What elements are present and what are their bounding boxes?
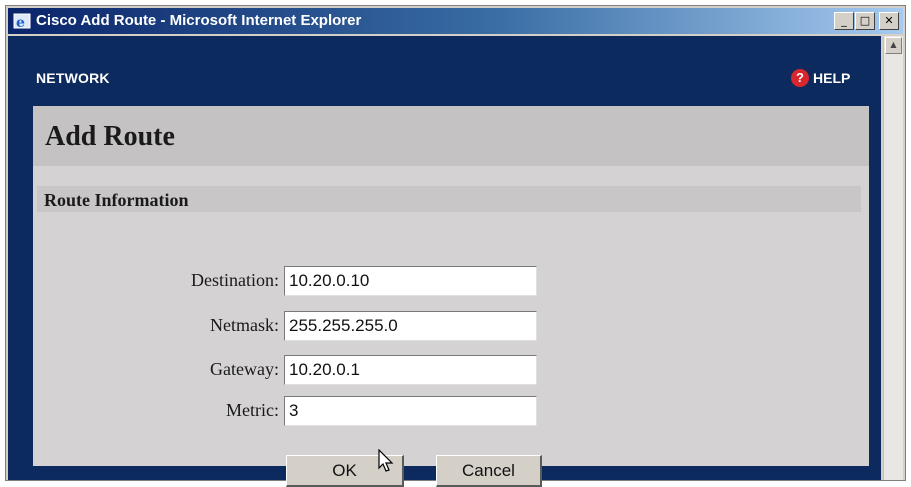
vertical-scrollbar[interactable]: ▲ [883, 36, 903, 480]
browser-window: e Cisco Add Route - Microsoft Internet E… [5, 5, 906, 487]
section-nav-title: NETWORK [36, 70, 110, 86]
netmask-field[interactable]: 255.255.255.0 [284, 311, 537, 341]
page-content: NETWORK ? HELP Add Route Route Informati… [8, 36, 881, 487]
destination-field[interactable]: 10.20.0.10 [284, 266, 537, 296]
netmask-label: Netmask: [210, 315, 279, 335]
svg-text:e: e [16, 15, 25, 30]
destination-label: Destination: [191, 270, 279, 290]
internet-explorer-icon: e [13, 13, 31, 30]
section-title: Route Information [44, 190, 189, 210]
gateway-label: Gateway: [210, 359, 279, 379]
page-title-bar: Add Route [33, 106, 869, 166]
maximize-button[interactable]: □ [855, 12, 875, 30]
mouse-pointer-icon [378, 449, 394, 472]
metric-label: Metric: [226, 400, 279, 420]
gateway-field[interactable]: 10.20.0.1 [284, 355, 537, 385]
page-title: Add Route [45, 121, 175, 152]
section-header: Route Information [37, 186, 861, 212]
title-bar[interactable]: e Cisco Add Route - Microsoft Internet E… [8, 8, 903, 34]
scroll-up-arrow-icon[interactable]: ▲ [885, 37, 902, 54]
cancel-button[interactable]: Cancel [436, 455, 542, 487]
window-title: Cisco Add Route - Microsoft Internet Exp… [36, 12, 362, 29]
minimize-button[interactable]: _ [834, 12, 854, 30]
metric-field[interactable]: 3 [284, 396, 537, 426]
close-button[interactable]: ✕ [879, 12, 899, 30]
help-link[interactable]: ? HELP [791, 69, 850, 87]
add-route-panel: Add Route Route Information Destination:… [33, 106, 869, 487]
help-label: HELP [813, 70, 851, 86]
question-icon: ? [791, 69, 809, 87]
